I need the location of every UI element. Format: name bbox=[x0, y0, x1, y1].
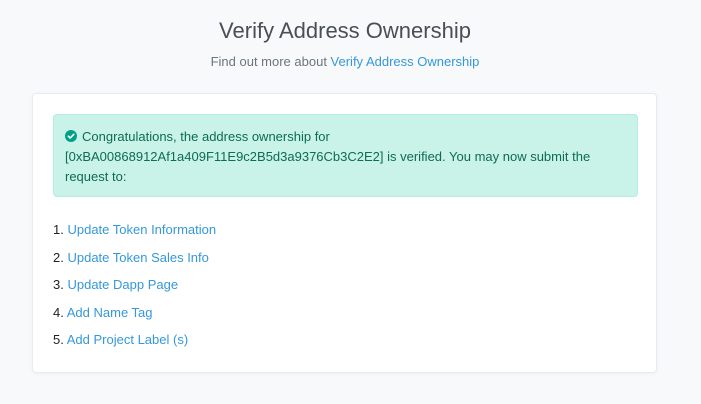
verified-address: [0xBA00868912Af1a409F11E9c2B5d3a9376Cb3C… bbox=[65, 149, 384, 164]
update-dapp-page-link[interactable]: Update Dapp Page bbox=[67, 277, 178, 292]
list-item: 4. Add Name Tag bbox=[53, 303, 216, 331]
list-item: 2. Update Token Sales Info bbox=[53, 248, 216, 276]
list-item: 5. Add Project Label (s) bbox=[53, 330, 216, 358]
step-number: 1. bbox=[53, 222, 64, 237]
step-number: 3. bbox=[53, 277, 64, 292]
alert-text-start: Congratulations, the address ownership f… bbox=[82, 129, 330, 144]
list-item: 3. Update Dapp Page bbox=[53, 275, 216, 303]
verification-card: Congratulations, the address ownership f… bbox=[32, 93, 657, 373]
step-number: 5. bbox=[53, 332, 64, 347]
page-title: Verify Address Ownership bbox=[219, 18, 471, 43]
verify-ownership-link[interactable]: Verify Address Ownership bbox=[331, 54, 480, 69]
step-number: 2. bbox=[53, 249, 64, 265]
update-token-sales-link[interactable]: Update Token Sales Info bbox=[67, 250, 208, 265]
success-alert: Congratulations, the address ownership f… bbox=[53, 114, 638, 197]
add-project-label-link[interactable]: Add Project Label (s) bbox=[67, 332, 188, 347]
page-subtitle: Find out more about Verify Address Owner… bbox=[0, 53, 690, 70]
list-item: 1. Update Token Information bbox=[53, 220, 216, 248]
subtitle-text: Find out more about bbox=[210, 54, 331, 69]
step-number: 4. bbox=[53, 304, 64, 320]
check-circle-icon bbox=[65, 130, 77, 142]
add-name-tag-link[interactable]: Add Name Tag bbox=[67, 305, 153, 320]
request-list: 1. Update Token Information 2. Update To… bbox=[53, 220, 216, 358]
update-token-info-link[interactable]: Update Token Information bbox=[67, 222, 216, 237]
